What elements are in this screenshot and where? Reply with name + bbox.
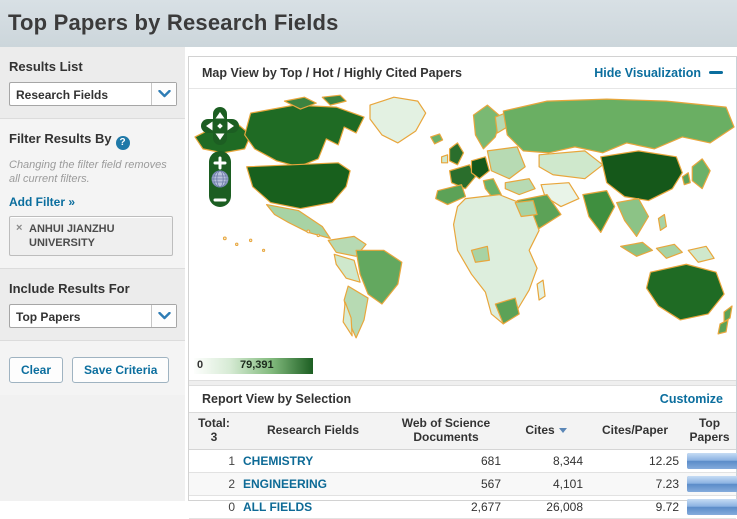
cites-value: 26,008 — [505, 495, 587, 519]
cites-per-paper-value: 7.23 — [587, 472, 683, 496]
globe-icon — [211, 170, 229, 188]
report-panel-header: Report View by Selection Customize — [189, 386, 736, 412]
row-rank: 1 — [189, 449, 239, 473]
map-region-indonesia-west[interactable] — [620, 241, 654, 257]
results-list-label: Results List — [9, 59, 83, 74]
page-header: Top Papers by Research Fields — [0, 0, 737, 47]
map-region-uk[interactable] — [448, 142, 465, 166]
filter-note: Changing the filter field removes all cu… — [9, 159, 167, 186]
map-legend: 0 79,391 — [194, 358, 313, 374]
map-region-iceland[interactable] — [430, 133, 444, 145]
column-header-top-papers[interactable]: Top Papers — [683, 413, 736, 450]
include-results-selected: Top Papers — [16, 310, 81, 325]
map-region-korea[interactable] — [681, 172, 691, 186]
field-link[interactable]: ENGINEERING — [243, 477, 327, 491]
active-filter-label: ANHUI JIANZHU UNIVERSITY — [29, 222, 115, 249]
map-region-ireland[interactable] — [441, 154, 449, 164]
top-papers-bar[interactable]: 6 — [687, 452, 737, 469]
hide-visualization-link[interactable]: Hide Visualization — [594, 66, 723, 80]
map-region-germany[interactable] — [470, 156, 490, 180]
results-list-section: Results List Research Fields — [0, 47, 185, 119]
map-region-canada[interactable] — [244, 104, 365, 168]
world-map[interactable] — [189, 93, 736, 342]
column-header-cites-per-paper[interactable]: Cites/Paper — [587, 413, 683, 450]
map-region-peru[interactable] — [333, 253, 361, 283]
map-view: 0 79,391 — [189, 89, 736, 380]
map-region-india[interactable] — [582, 190, 616, 234]
map-islands — [222, 229, 320, 252]
results-list-dropdown[interactable]: Research Fields — [9, 82, 177, 106]
column-header-research-fields[interactable]: Research Fields — [239, 413, 387, 450]
legend-min: 0 — [197, 359, 204, 371]
column-header-cites[interactable]: Cites — [505, 413, 587, 450]
sort-desc-icon — [558, 427, 567, 433]
sidebar: Results List Research Fields Filter Resu… — [0, 47, 185, 501]
filter-section: Filter Results By? Changing the filter f… — [0, 119, 185, 270]
remove-filter-icon[interactable]: × — [16, 222, 22, 234]
cites-value: 8,344 — [505, 449, 587, 473]
chevron-down-icon[interactable] — [151, 305, 176, 328]
include-results-section: Include Results For Top Papers — [0, 269, 185, 342]
report-panel-title: Report View by Selection — [202, 392, 352, 406]
map-region-russia[interactable] — [502, 98, 735, 154]
map-region-australia[interactable] — [645, 263, 725, 321]
map-region-usa[interactable] — [246, 162, 351, 210]
map-pan-control[interactable] — [201, 107, 239, 145]
cites-per-paper-value: 9.72 — [587, 495, 683, 519]
map-region-greenland[interactable] — [369, 96, 427, 144]
column-header-wos-documents[interactable]: Web of Science Documents — [387, 413, 505, 450]
map-region-new-zealand-south[interactable] — [717, 319, 729, 335]
table-header-row: Total: 3 Research Fields Web of Science … — [189, 412, 736, 450]
table-row: 1 CHEMISTRY 681 8,344 12.25 6 — [189, 449, 737, 473]
sidebar-actions: Clear Save Criteria — [0, 341, 185, 396]
map-zoom-control[interactable] — [208, 151, 232, 207]
collapse-minus-icon[interactable] — [709, 71, 723, 74]
wos-documents-value: 567 — [387, 472, 505, 496]
wos-documents-value: 681 — [387, 449, 505, 473]
total-count: Total: 3 — [198, 416, 230, 444]
table-row: 0 ALL FIELDS 2,677 26,008 9.72 27 — [189, 495, 737, 519]
cites-per-paper-value: 12.25 — [587, 449, 683, 473]
map-region-turkey[interactable] — [504, 178, 536, 196]
clear-button[interactable]: Clear — [9, 357, 64, 384]
map-region-central-asia[interactable] — [538, 150, 604, 180]
field-link[interactable]: ALL FIELDS — [243, 500, 312, 514]
map-panel-title: Map View by Top / Hot / Highly Cited Pap… — [202, 65, 462, 80]
filter-label: Filter Results By? — [9, 131, 176, 150]
chevron-down-icon[interactable] — [151, 83, 176, 105]
map-region-indonesia-east[interactable] — [655, 243, 683, 259]
include-results-dropdown[interactable]: Top Papers — [9, 304, 177, 329]
map-region-mexico[interactable] — [265, 203, 331, 239]
table-row: 2 ENGINEERING 567 4,101 7.23 4 — [189, 472, 737, 496]
add-filter-link[interactable]: Add Filter » — [9, 195, 75, 209]
include-results-label: Include Results For — [9, 281, 130, 297]
customize-link[interactable]: Customize — [660, 392, 723, 406]
field-link[interactable]: CHEMISTRY — [243, 454, 313, 468]
map-region-spain[interactable] — [435, 184, 467, 206]
map-region-philippines[interactable] — [657, 213, 667, 232]
map-region-southeast-asia[interactable] — [616, 198, 650, 237]
map-region-japan[interactable] — [691, 158, 711, 190]
save-criteria-button[interactable]: Save Criteria — [72, 357, 170, 384]
help-icon[interactable]: ? — [115, 136, 130, 150]
main-panel: Map View by Top / Hot / Highly Cited Pap… — [188, 56, 737, 519]
map-controls — [201, 107, 241, 207]
results-list-selected: Research Fields — [16, 88, 109, 102]
active-filter-tag: × ANHUI JIANZHU UNIVERSITY — [9, 215, 173, 257]
map-panel-header: Map View by Top / Hot / Highly Cited Pap… — [189, 57, 736, 89]
map-region-china[interactable] — [600, 150, 683, 202]
wos-documents-value: 2,677 — [387, 495, 505, 519]
cites-value: 4,101 — [505, 472, 587, 496]
row-rank: 2 — [189, 472, 239, 496]
legend-max: 79,391 — [240, 359, 274, 371]
map-region-eastern-europe[interactable] — [486, 146, 526, 180]
map-region-madagascar[interactable] — [536, 279, 546, 301]
report-table: Total: 3 Research Fields Web of Science … — [189, 412, 737, 519]
page-title: Top Papers by Research Fields — [8, 10, 339, 35]
top-papers-bar[interactable]: 4 — [687, 475, 737, 492]
map-region-new-guinea[interactable] — [687, 245, 715, 263]
row-rank: 0 — [189, 495, 239, 519]
